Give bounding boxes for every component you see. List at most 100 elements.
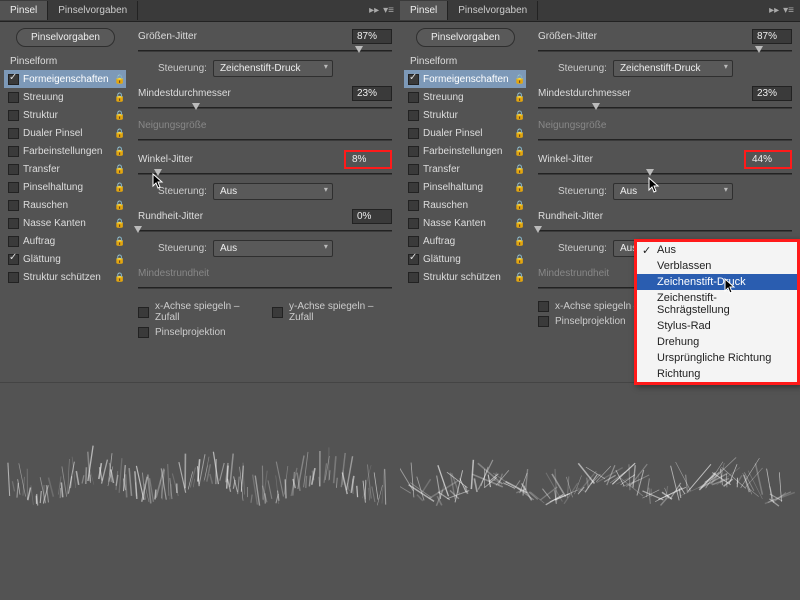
sidebar-item[interactable]: Streuung🔒: [404, 88, 526, 106]
checkbox[interactable]: [8, 92, 19, 103]
checkbox[interactable]: [408, 92, 419, 103]
lock-icon: 🔒: [514, 128, 524, 139]
sidebar-item[interactable]: Struktur schützen🔒: [4, 268, 126, 286]
checkbox-flipx[interactable]: [138, 307, 149, 318]
checkbox[interactable]: [408, 128, 419, 139]
tab-pinselvorgaben[interactable]: Pinselvorgaben: [48, 1, 138, 20]
checkbox[interactable]: [408, 146, 419, 157]
collapse-icon[interactable]: ▸▸: [369, 5, 379, 16]
preset-button[interactable]: Pinselvorgaben: [16, 28, 115, 47]
dropdown-angle-control[interactable]: Aus: [213, 183, 333, 200]
slider-angle-jitter[interactable]: [138, 169, 392, 179]
checkbox[interactable]: [8, 110, 19, 121]
sidebar-item[interactable]: Nasse Kanten🔒: [4, 214, 126, 232]
sidebar-item[interactable]: Auftrag🔒: [404, 232, 526, 250]
dropdown-size-control[interactable]: Zeichenstift-Druck: [613, 60, 733, 77]
sidebar-item[interactable]: Struktur🔒: [404, 106, 526, 124]
slider-size-jitter[interactable]: [538, 46, 792, 56]
value-min-diameter[interactable]: 23%: [352, 86, 392, 101]
checkbox[interactable]: [8, 236, 19, 247]
sidebar-item[interactable]: Auftrag🔒: [4, 232, 126, 250]
menu-item[interactable]: Stylus-Rad: [637, 318, 797, 334]
checkbox[interactable]: [408, 110, 419, 121]
sidebar-item[interactable]: Transfer🔒: [404, 160, 526, 178]
checkbox[interactable]: [408, 164, 419, 175]
checkbox[interactable]: [408, 254, 419, 265]
checkbox-projection[interactable]: [138, 327, 149, 338]
lock-icon: 🔒: [514, 200, 524, 211]
sidebar-item[interactable]: Streuung🔒: [4, 88, 126, 106]
label-tilt: Neigungsgröße: [538, 120, 606, 131]
slider-round-jitter[interactable]: [538, 226, 792, 236]
value-size-jitter[interactable]: 87%: [352, 29, 392, 44]
sidebar-item[interactable]: Formeigenschaften🔒: [4, 70, 126, 88]
menu-item[interactable]: Zeichenstift-Schrägstellung: [637, 290, 797, 318]
checkbox[interactable]: [408, 182, 419, 193]
checkbox[interactable]: [408, 218, 419, 229]
sidebar-item[interactable]: Farbeinstellungen🔒: [4, 142, 126, 160]
sidebar-item[interactable]: Rauschen🔒: [404, 196, 526, 214]
sidebar-item[interactable]: Dualer Pinsel🔒: [4, 124, 126, 142]
slider-round-jitter[interactable]: [138, 226, 392, 236]
menu-item[interactable]: Richtung: [637, 366, 797, 382]
checkbox[interactable]: [8, 182, 19, 193]
menu-item[interactable]: Zeichenstift-Druck: [637, 274, 797, 290]
checkbox[interactable]: [8, 74, 19, 85]
slider-size-jitter[interactable]: [138, 46, 392, 56]
category-title: Pinselform: [404, 53, 526, 70]
sidebar-item-label: Pinselhaltung: [423, 182, 514, 193]
sidebar-item[interactable]: Struktur🔒: [4, 106, 126, 124]
checkbox[interactable]: [8, 128, 19, 139]
menu-item[interactable]: Ursprüngliche Richtung: [637, 350, 797, 366]
sidebar-item[interactable]: Glättung🔒: [4, 250, 126, 268]
value-angle-jitter[interactable]: 8%: [344, 150, 392, 169]
menu-icon[interactable]: ▾≡: [783, 5, 794, 16]
collapse-icon[interactable]: ▸▸: [769, 5, 779, 16]
sidebar-item[interactable]: Formeigenschaften🔒: [404, 70, 526, 88]
brush-preview: [0, 382, 400, 582]
checkbox[interactable]: [8, 200, 19, 211]
tab-pinsel[interactable]: Pinsel: [0, 1, 48, 20]
sidebar-item[interactable]: Pinselhaltung🔒: [4, 178, 126, 196]
checkbox[interactable]: [408, 236, 419, 247]
menu-item[interactable]: Verblassen: [637, 258, 797, 274]
sidebar-item[interactable]: Transfer🔒: [4, 160, 126, 178]
dropdown-angle-control[interactable]: Aus: [613, 183, 733, 200]
slider-min-diameter[interactable]: [138, 103, 392, 113]
sidebar-item[interactable]: Nasse Kanten🔒: [404, 214, 526, 232]
checkbox[interactable]: [408, 200, 419, 211]
lock-icon: 🔒: [514, 146, 524, 157]
menu-item[interactable]: Aus: [637, 242, 797, 258]
checkbox-flipy[interactable]: [272, 307, 283, 318]
value-angle-jitter[interactable]: 44%: [744, 150, 792, 169]
label-flipy: y-Achse spiegeln – Zufall: [289, 301, 392, 323]
checkbox[interactable]: [408, 272, 419, 283]
sidebar-item[interactable]: Glättung🔒: [404, 250, 526, 268]
value-size-jitter[interactable]: 87%: [752, 29, 792, 44]
slider-min-diameter[interactable]: [538, 103, 792, 113]
menu-icon[interactable]: ▾≡: [383, 5, 394, 16]
tab-pinselvorgaben[interactable]: Pinselvorgaben: [448, 1, 538, 20]
dropdown-size-control[interactable]: Zeichenstift-Druck: [213, 60, 333, 77]
slider-angle-jitter[interactable]: [538, 169, 792, 179]
checkbox[interactable]: [8, 272, 19, 283]
checkbox[interactable]: [8, 218, 19, 229]
checkbox-flipx[interactable]: [538, 301, 549, 312]
sidebar-item[interactable]: Pinselhaltung🔒: [404, 178, 526, 196]
label-control: Steuerung:: [158, 63, 207, 74]
menu-item[interactable]: Drehung: [637, 334, 797, 350]
checkbox[interactable]: [8, 164, 19, 175]
sidebar-item[interactable]: Struktur schützen🔒: [404, 268, 526, 286]
preset-button[interactable]: Pinselvorgaben: [416, 28, 515, 47]
checkbox[interactable]: [408, 74, 419, 85]
checkbox-projection[interactable]: [538, 316, 549, 327]
sidebar-item[interactable]: Farbeinstellungen🔒: [404, 142, 526, 160]
sidebar-item[interactable]: Rauschen🔒: [4, 196, 126, 214]
checkbox[interactable]: [8, 146, 19, 157]
tab-pinsel[interactable]: Pinsel: [400, 1, 448, 20]
sidebar-item[interactable]: Dualer Pinsel🔒: [404, 124, 526, 142]
value-min-diameter[interactable]: 23%: [752, 86, 792, 101]
checkbox[interactable]: [8, 254, 19, 265]
value-round-jitter[interactable]: 0%: [352, 209, 392, 224]
dropdown-round-control[interactable]: Aus: [213, 240, 333, 257]
